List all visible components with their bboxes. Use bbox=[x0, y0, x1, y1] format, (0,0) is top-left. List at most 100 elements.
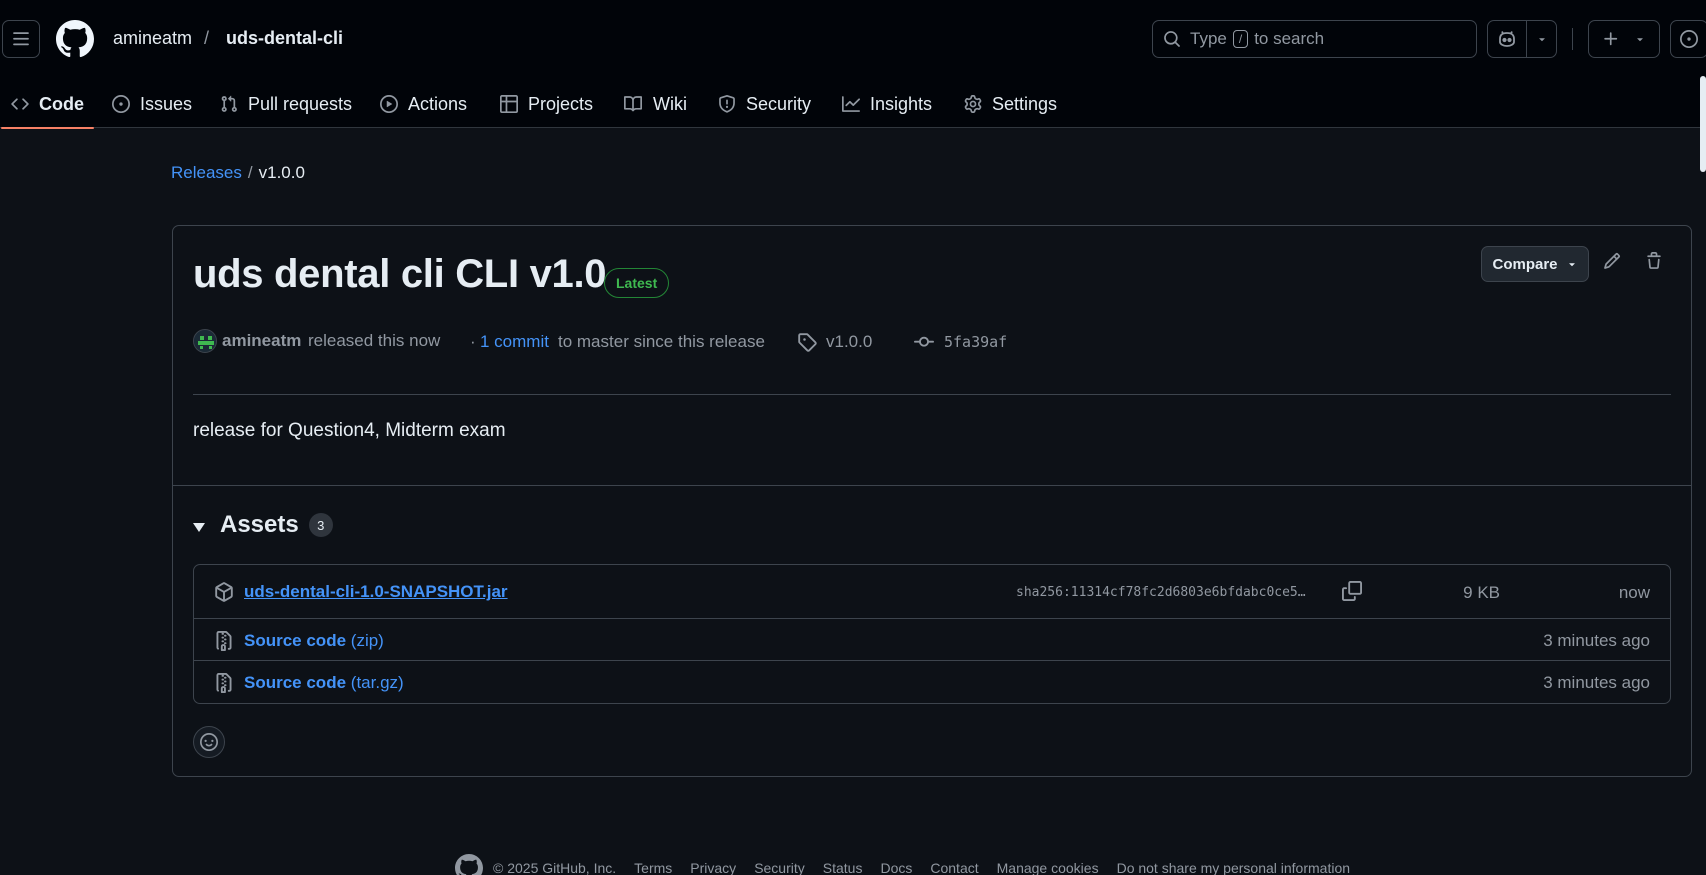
release-title[interactable]: uds dental cli CLI v1.0 bbox=[193, 252, 607, 297]
create-new-button[interactable] bbox=[1588, 20, 1660, 58]
divider bbox=[173, 485, 1691, 486]
released-text: released this now bbox=[308, 331, 441, 350]
tab-security[interactable]: Security bbox=[718, 80, 811, 128]
identicon-icon bbox=[194, 330, 216, 352]
tab-label: Settings bbox=[992, 93, 1058, 114]
tab-wiki[interactable]: Wiki bbox=[623, 80, 687, 128]
issue-opened-icon bbox=[112, 95, 130, 113]
play-icon bbox=[380, 95, 398, 113]
source-targz-link[interactable]: Source code (tar.gz) bbox=[244, 673, 404, 693]
compare-label: Compare bbox=[1492, 255, 1558, 273]
compare-button[interactable]: Compare bbox=[1481, 246, 1589, 282]
github-logo-icon[interactable] bbox=[56, 20, 94, 58]
footer-copyright: © 2025 GitHub, Inc. bbox=[493, 860, 617, 875]
source-zip-link[interactable]: Source code (zip) bbox=[244, 631, 384, 651]
github-footer-logo-icon[interactable] bbox=[455, 854, 483, 875]
breadcrumb: Releases / v1.0.0 bbox=[171, 163, 305, 183]
menu-button[interactable] bbox=[2, 20, 40, 58]
path-separator: / bbox=[204, 28, 210, 48]
release-author-link[interactable]: amineatm bbox=[222, 331, 301, 351]
asset-time: now bbox=[1618, 583, 1650, 602]
tab-label: Pull requests bbox=[248, 93, 353, 114]
hamburger-icon bbox=[13, 32, 29, 46]
tab-code[interactable]: Code bbox=[1, 80, 94, 129]
list-item: Source code (zip) 3 minutes ago bbox=[194, 619, 1670, 661]
copy-sha-button[interactable] bbox=[1342, 581, 1362, 601]
triangle-down-icon bbox=[193, 522, 205, 532]
copilot-chat-button[interactable] bbox=[1488, 21, 1528, 57]
copilot-button[interactable] bbox=[1487, 20, 1557, 58]
page-footer: © 2025 GitHub, Inc. Terms Privacy Securi… bbox=[455, 854, 1350, 875]
file-zip-icon bbox=[214, 631, 234, 651]
search-input[interactable]: Type / to search bbox=[1152, 20, 1477, 58]
release-meta: amineatm released this now · 1 commit to… bbox=[193, 326, 1193, 354]
plus-icon bbox=[1604, 32, 1618, 46]
pencil-icon bbox=[1604, 253, 1620, 269]
smiley-icon bbox=[200, 733, 218, 751]
asset-time: 3 minutes ago bbox=[1543, 631, 1650, 650]
footer-link-manage-cookies[interactable]: Manage cookies bbox=[997, 860, 1099, 875]
header-divider bbox=[1572, 28, 1573, 50]
avatar[interactable] bbox=[193, 329, 217, 353]
tab-actions[interactable]: Actions bbox=[380, 80, 467, 128]
asset-download-link[interactable]: uds-dental-cli-1.0-SNAPSHOT.jar bbox=[244, 582, 508, 602]
release-notes: release for Question4, Midterm exam bbox=[193, 420, 506, 441]
tab-pull-requests[interactable]: Pull requests bbox=[220, 80, 352, 128]
footer-link-docs[interactable]: Docs bbox=[880, 860, 912, 875]
breadcrumb-separator: / bbox=[247, 163, 253, 182]
top-bar: amineatm / uds-dental-cli Type / to sear… bbox=[0, 0, 1706, 78]
footer-link-status[interactable]: Status bbox=[823, 860, 863, 875]
tab-projects[interactable]: Projects bbox=[500, 80, 593, 128]
book-icon bbox=[624, 96, 643, 112]
copy-icon bbox=[1342, 581, 1362, 601]
shield-icon bbox=[719, 95, 735, 113]
tab-label: Security bbox=[746, 93, 812, 114]
edit-release-button[interactable] bbox=[1603, 252, 1621, 270]
commits-since-text: to master since this release bbox=[558, 332, 765, 351]
table-icon bbox=[500, 95, 518, 113]
meta-dot: · bbox=[470, 332, 476, 351]
list-item: Source code (tar.gz) 3 minutes ago bbox=[194, 661, 1670, 703]
asset-name: Source code bbox=[244, 631, 347, 650]
commits-since-link[interactable]: 1 commit bbox=[480, 332, 549, 352]
copilot-icon bbox=[1499, 31, 1516, 47]
assets-title: Assets bbox=[220, 511, 299, 538]
tab-insights[interactable]: Insights bbox=[842, 80, 932, 128]
copilot-dropdown-button[interactable] bbox=[1527, 21, 1556, 57]
asset-format: (tar.gz) bbox=[350, 673, 404, 692]
tab-settings[interactable]: Settings bbox=[964, 80, 1057, 128]
release-tag-link[interactable]: v1.0.0 bbox=[826, 332, 872, 352]
triangle-down-icon bbox=[1637, 38, 1643, 42]
search-shortcut-key: / bbox=[1232, 30, 1249, 48]
tab-label: Projects bbox=[528, 93, 594, 114]
git-pull-request-icon bbox=[221, 95, 237, 112]
footer-link-do-not-share[interactable]: Do not share my personal information bbox=[1117, 860, 1350, 875]
breadcrumb-releases-link[interactable]: Releases bbox=[171, 163, 242, 182]
git-commit-icon bbox=[914, 332, 934, 352]
repo-owner-link[interactable]: amineatm bbox=[113, 28, 192, 49]
tab-label: Wiki bbox=[653, 93, 687, 114]
footer-link-security[interactable]: Security bbox=[754, 860, 805, 875]
footer-link-privacy[interactable]: Privacy bbox=[690, 860, 736, 875]
release-commit-sha-link[interactable]: 5fa39af bbox=[944, 333, 1007, 351]
scrollbar-thumb[interactable] bbox=[1700, 76, 1706, 172]
breadcrumb-current: v1.0.0 bbox=[258, 163, 305, 182]
search-suffix: to search bbox=[1254, 29, 1325, 48]
tab-issues[interactable]: Issues bbox=[112, 80, 192, 128]
repo-name-link[interactable]: uds-dental-cli bbox=[226, 28, 343, 49]
divider bbox=[193, 394, 1671, 395]
your-issues-button[interactable] bbox=[1670, 20, 1706, 58]
assets-toggle[interactable]: Assets 3 bbox=[193, 511, 333, 539]
app-header: amineatm / uds-dental-cli Type / to sear… bbox=[0, 0, 1706, 129]
tab-label: Insights bbox=[870, 93, 933, 114]
footer-link-contact[interactable]: Contact bbox=[930, 860, 978, 875]
add-reaction-button[interactable] bbox=[193, 726, 225, 758]
graph-icon bbox=[842, 96, 860, 112]
tag-icon bbox=[797, 332, 817, 352]
package-icon bbox=[214, 582, 234, 602]
delete-release-button[interactable] bbox=[1645, 252, 1663, 270]
asset-name: Source code bbox=[244, 673, 347, 692]
search-prefix: Type bbox=[1190, 29, 1227, 48]
footer-link-terms[interactable]: Terms bbox=[634, 860, 672, 875]
triangle-down-icon bbox=[1568, 263, 1575, 267]
